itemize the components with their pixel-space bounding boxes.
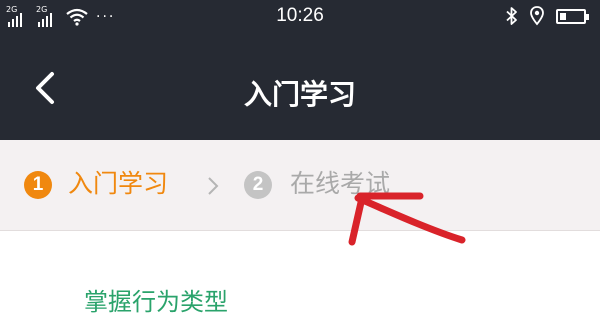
chevron-right-icon (208, 177, 219, 195)
step-1-badge: 1 (24, 171, 52, 199)
content-heading-partial: 掌握行为类型 (84, 288, 228, 316)
step-progress: 1 入门学习 2 在线考试 (0, 140, 600, 231)
bluetooth-icon (506, 7, 517, 25)
battery-icon (556, 8, 589, 24)
status-bar: 2G 2G ··· 10:26 (0, 0, 600, 36)
location-icon (530, 6, 544, 26)
app-header: 2G 2G ··· 10:26 入门学习 (0, 0, 600, 140)
step-1-label[interactable]: 入门学习 (68, 168, 168, 200)
step-2-badge: 2 (244, 171, 272, 199)
status-right-icons (506, 5, 589, 27)
page-title: 入门学习 (243, 78, 356, 111)
step-2-label[interactable]: 在线考试 (290, 168, 390, 200)
nav-bar: 入门学习 (0, 36, 600, 140)
